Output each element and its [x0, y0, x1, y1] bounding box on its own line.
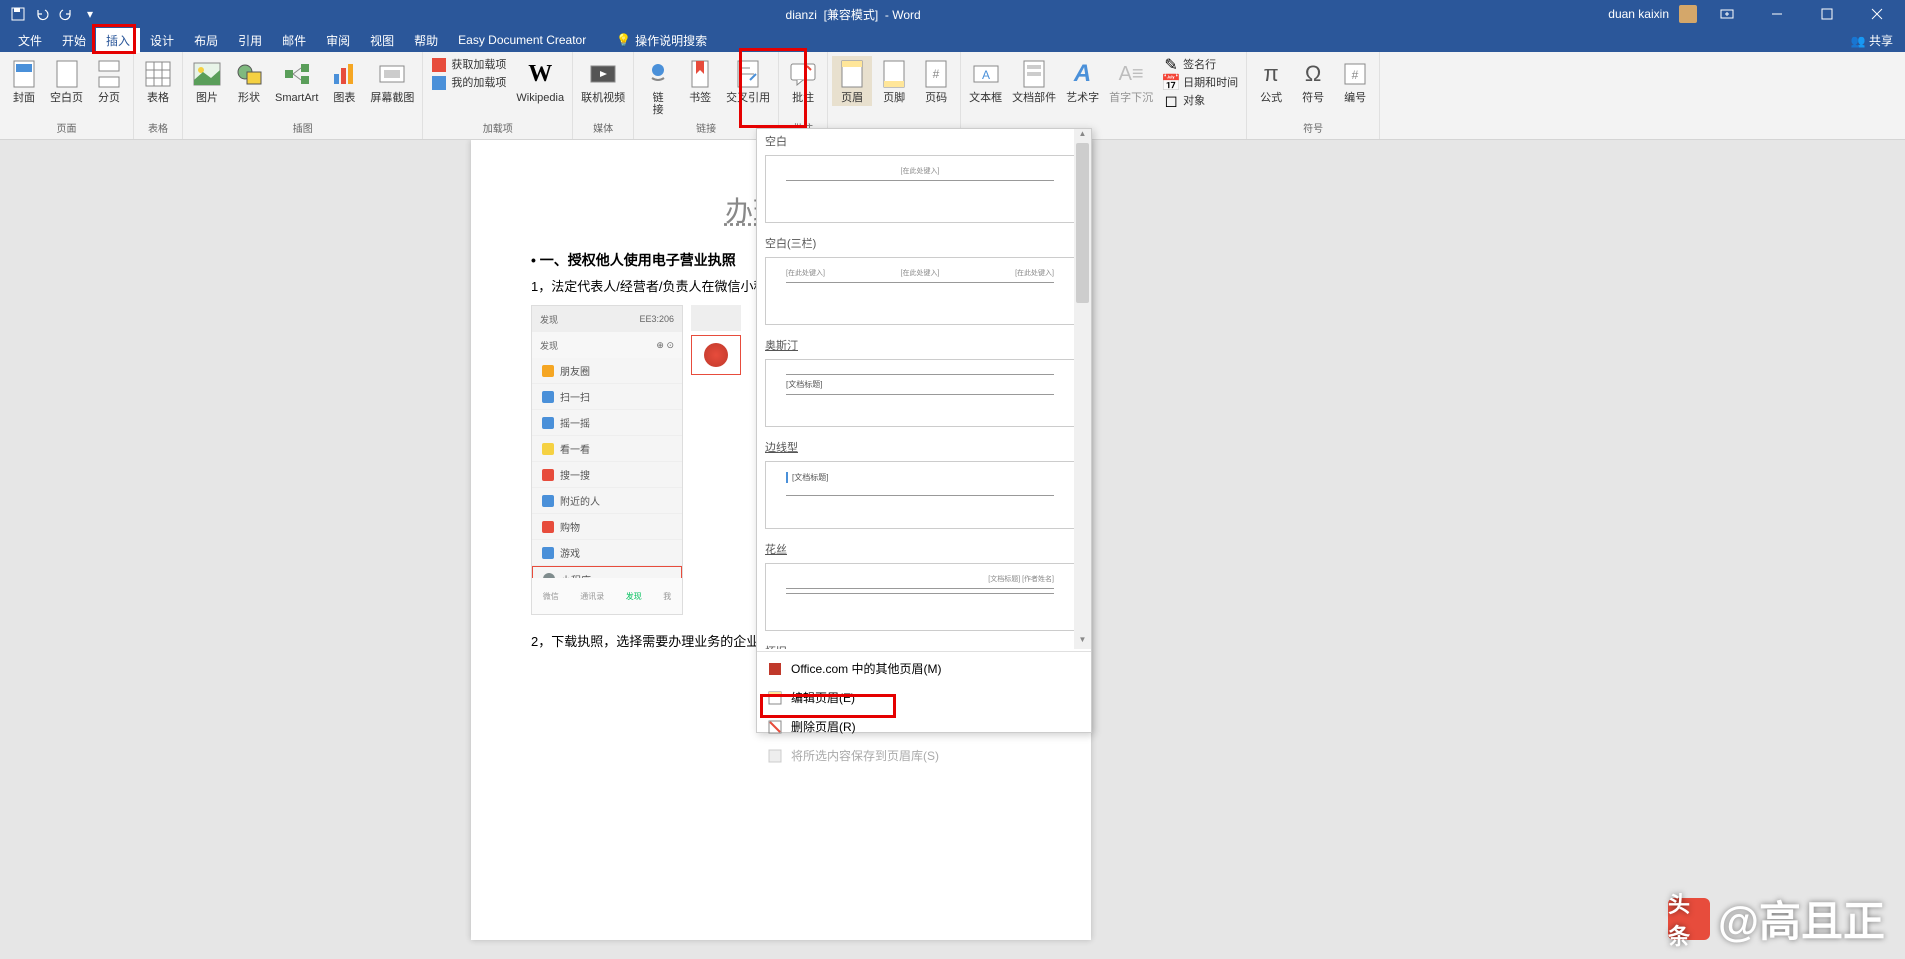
symbol-button[interactable]: Ω符号 [1293, 56, 1333, 106]
gallery-category-blank: 空白 [757, 129, 1091, 153]
phone-discover: 发现EE3:206 发现⊕ ⊙ 朋友圈 扫一扫 摇一摇 看一看 搜一搜 附近的人… [531, 305, 683, 615]
remove-header-icon [767, 719, 783, 735]
get-addins-button[interactable]: 获取加载项 [427, 56, 510, 74]
redo-icon[interactable] [58, 6, 74, 22]
tab-mailings[interactable]: 邮件 [272, 28, 316, 53]
group-illustrations: 图片 形状 SmartArt 图表 屏幕截图 插图 [183, 52, 423, 139]
tab-view[interactable]: 视图 [360, 28, 404, 53]
ribbon: 封面 空白页 分页 页面 表格 表格 图片 形状 SmartArt 图表 屏幕截… [0, 52, 1905, 140]
gallery-scrollbar[interactable]: ▲ ▼ [1074, 129, 1091, 649]
group-symbols: π公式 Ω符号 #编号 符号 [1247, 52, 1380, 139]
tab-design[interactable]: 设计 [140, 28, 184, 53]
cover-page-button[interactable]: 封面 [4, 56, 44, 106]
object-button[interactable]: ◻对象 [1159, 92, 1242, 110]
maximize-button[interactable] [1807, 0, 1847, 28]
wikipedia-button[interactable]: WWikipedia [512, 56, 568, 106]
quick-parts-button[interactable]: 文档部件 [1008, 56, 1060, 106]
group-comments: 批注 批注 [779, 52, 828, 139]
group-links: 链 接 书签 交叉引用 链接 [634, 52, 779, 139]
edit-header-icon [767, 690, 783, 706]
svg-text:A: A [982, 68, 990, 82]
gallery-category-border: 边线型 [757, 435, 1091, 459]
tab-layout[interactable]: 布局 [184, 28, 228, 53]
cross-reference-button[interactable]: 交叉引用 [722, 56, 774, 106]
header-button[interactable]: 页眉 [832, 56, 872, 106]
remove-header-menu[interactable]: 删除页眉(R) [757, 712, 1091, 741]
header-gallery-dropdown: 空白 [在此处键入] 空白(三栏) [在此处键入][在此处键入][在此处键入] … [756, 128, 1092, 733]
tab-help[interactable]: 帮助 [404, 28, 448, 53]
tab-file[interactable]: 文件 [8, 28, 52, 53]
save-icon[interactable] [10, 6, 26, 22]
header-preset-border[interactable]: [文档标题] [765, 461, 1075, 529]
user-avatar[interactable] [1679, 5, 1697, 23]
date-time-button[interactable]: 📅日期和时间 [1159, 74, 1242, 92]
group-addins: 获取加载项 我的加载项 WWikipedia 加载项 [423, 52, 573, 139]
drop-cap-button[interactable]: A≡首字下沉 [1105, 56, 1157, 106]
save-to-gallery-menu: 将所选内容保存到页眉库(S) [757, 741, 1091, 770]
user-name[interactable]: duan kaixin [1608, 7, 1669, 21]
header-preset-blank[interactable]: [在此处键入] [765, 155, 1075, 223]
toutiao-icon: 头条 [1668, 898, 1710, 940]
tab-references[interactable]: 引用 [228, 28, 272, 53]
tab-review[interactable]: 审阅 [316, 28, 360, 53]
bookmark-button[interactable]: 书签 [680, 56, 720, 106]
more-headers-office[interactable]: Office.com 中的其他页眉(M) [757, 654, 1091, 683]
gallery-category-hua: 花丝 [757, 537, 1091, 561]
window-title: dianzi [兼容模式] - Word [98, 6, 1608, 23]
group-pages: 封面 空白页 分页 页面 [0, 52, 134, 139]
picture-button[interactable]: 图片 [187, 56, 227, 106]
gallery-category-austin: 奥斯汀 [757, 333, 1091, 357]
ribbon-tabs: 文件 开始 插入 设计 布局 引用 邮件 审阅 视图 帮助 Easy Docum… [0, 28, 1905, 52]
minimize-button[interactable] [1757, 0, 1797, 28]
save-gallery-icon [767, 748, 783, 764]
page-break-button[interactable]: 分页 [89, 56, 129, 106]
tab-insert[interactable]: 插入 [96, 28, 140, 53]
edit-header-menu[interactable]: 编辑页眉(E) [757, 683, 1091, 712]
tell-me-search[interactable]: 💡 操作说明搜索 [616, 32, 707, 49]
chart-button[interactable]: 图表 [324, 56, 364, 106]
footer-button[interactable]: 页脚 [874, 56, 914, 106]
equation-button[interactable]: π公式 [1251, 56, 1291, 106]
shapes-button[interactable]: 形状 [229, 56, 269, 106]
screenshot-button[interactable]: 屏幕截图 [366, 56, 418, 106]
tab-edc[interactable]: Easy Document Creator [448, 29, 596, 51]
tab-home[interactable]: 开始 [52, 28, 96, 53]
header-preset-hua[interactable]: [文档标题] [作者姓名] [765, 563, 1075, 631]
quick-access-toolbar: ▾ [0, 6, 98, 22]
online-video-button[interactable]: 联机视频 [577, 56, 629, 106]
smartart-button[interactable]: SmartArt [271, 56, 322, 106]
ribbon-options-icon[interactable] [1707, 0, 1747, 28]
group-header-footer: 页眉 页脚 #页码 页眉和页脚 [828, 52, 961, 139]
close-button[interactable] [1857, 0, 1897, 28]
link-button[interactable]: 链 接 [638, 56, 678, 118]
header-preset-austin[interactable]: [文档标题] [765, 359, 1075, 427]
gallery-category-blank3: 空白(三栏) [757, 231, 1091, 255]
signature-line-button[interactable]: ✎签名行 [1159, 56, 1242, 74]
share-icon: 👥 [1851, 34, 1866, 48]
wordart-button[interactable]: A艺术字 [1062, 56, 1103, 106]
blank-page-button[interactable]: 空白页 [46, 56, 87, 106]
phone-partial [691, 305, 741, 615]
lightbulb-icon: 💡 [616, 33, 631, 47]
my-addins-button[interactable]: 我的加载项 [427, 74, 510, 92]
gallery-scroll-thumb[interactable] [1076, 143, 1089, 303]
header-preset-blank3[interactable]: [在此处键入][在此处键入][在此处键入] [765, 257, 1075, 325]
qat-customize-icon[interactable]: ▾ [82, 6, 98, 22]
watermark: 头条 @高且正 [1668, 888, 1885, 949]
number-button[interactable]: #编号 [1335, 56, 1375, 106]
svg-text:#: # [933, 67, 940, 81]
office-icon [767, 661, 783, 677]
comment-button[interactable]: 批注 [783, 56, 823, 106]
share-button[interactable]: 👥 共享 [1851, 32, 1893, 49]
svg-text:#: # [1352, 68, 1359, 82]
undo-icon[interactable] [34, 6, 50, 22]
group-media: 联机视频 媒体 [573, 52, 634, 139]
page-number-button[interactable]: #页码 [916, 56, 956, 106]
group-text: A文本框 文档部件 A艺术字 A≡首字下沉 ✎签名行 📅日期和时间 ◻对象 文本 [961, 52, 1247, 139]
gallery-category-huai: 怀旧 [757, 639, 1091, 649]
textbox-button[interactable]: A文本框 [965, 56, 1006, 106]
group-tables: 表格 表格 [134, 52, 183, 139]
titlebar: ▾ dianzi [兼容模式] - Word duan kaixin [0, 0, 1905, 28]
table-button[interactable]: 表格 [138, 56, 178, 106]
